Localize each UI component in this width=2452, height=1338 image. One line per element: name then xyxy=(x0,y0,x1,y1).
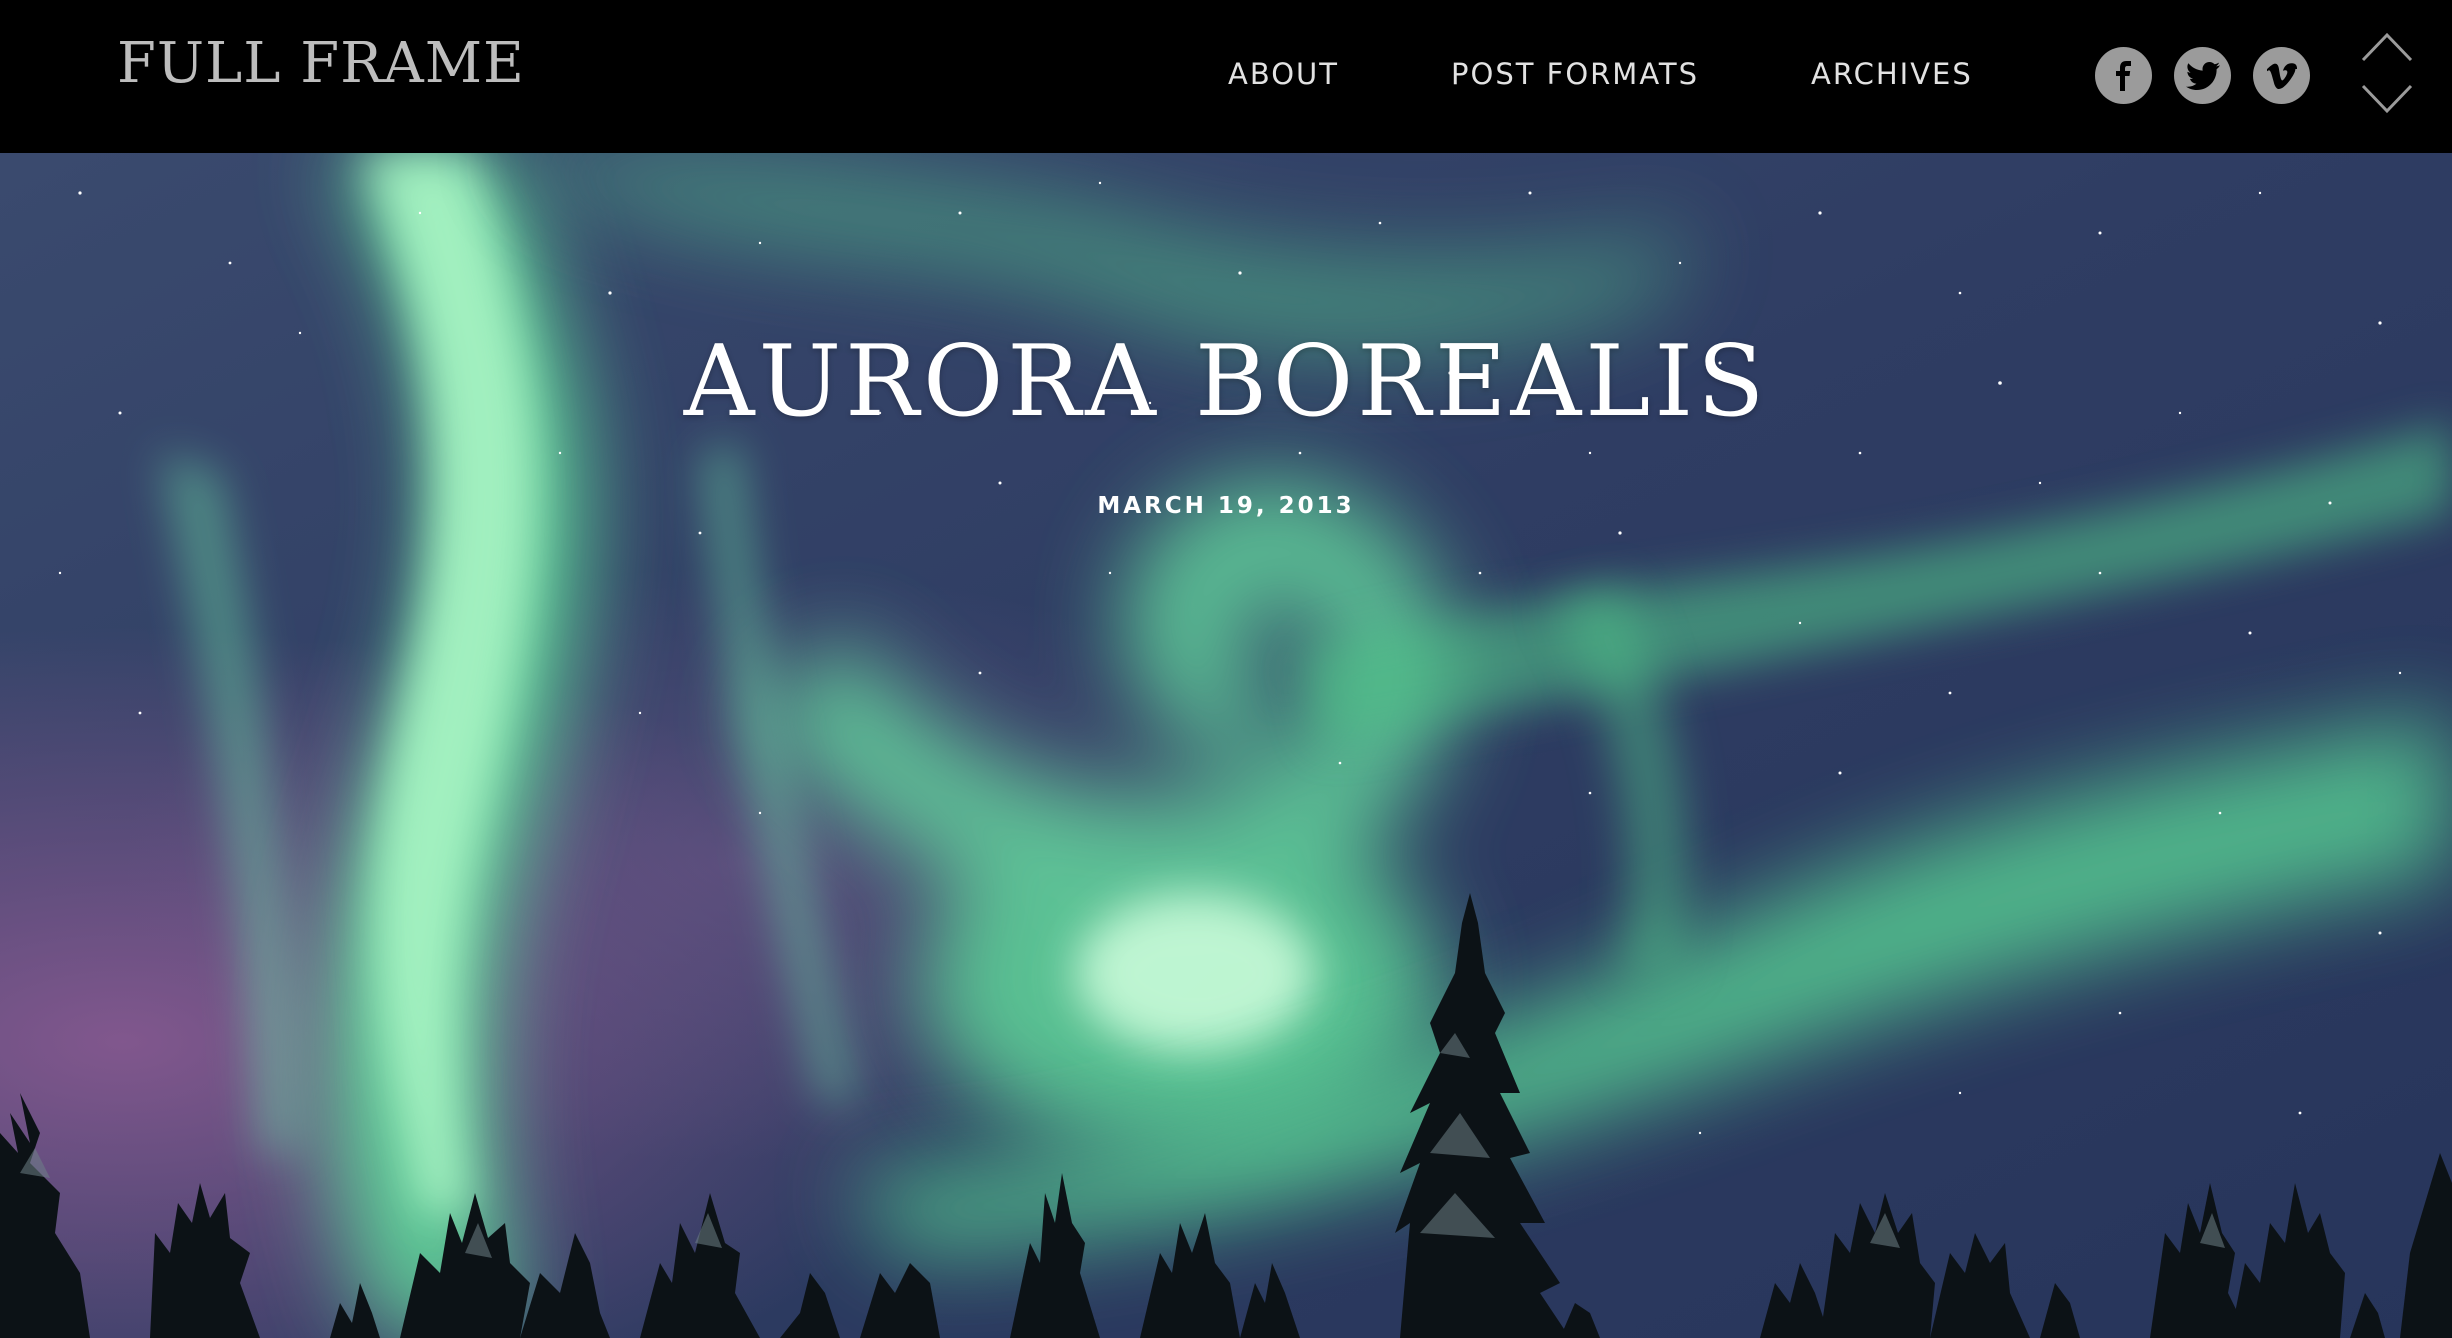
vimeo-icon xyxy=(2266,62,2297,89)
post-navigation xyxy=(2361,32,2413,116)
site-title-link[interactable]: FULL FRAME xyxy=(117,36,525,92)
nav-item-post-formats[interactable]: POST FORMATS xyxy=(1451,57,1699,91)
site-header: FULL FRAME ABOUT POST FORMATS ARCHIVES xyxy=(0,0,2452,153)
chevron-up-icon[interactable] xyxy=(2361,32,2413,62)
post-title[interactable]: AURORA BOREALIS xyxy=(0,333,2452,431)
facebook-button[interactable] xyxy=(2095,47,2152,104)
social-links xyxy=(2095,47,2332,104)
nav-item-about[interactable]: ABOUT xyxy=(1228,57,1339,91)
hero: AURORA BOREALIS MARCH 19, 2013 xyxy=(0,153,2452,1338)
twitter-icon xyxy=(2185,61,2220,90)
post-date: MARCH 19, 2013 xyxy=(1097,493,1355,519)
twitter-button[interactable] xyxy=(2174,47,2231,104)
facebook-icon xyxy=(2115,60,2131,91)
main-nav: ABOUT POST FORMATS ARCHIVES xyxy=(1228,0,1973,148)
chevron-down-icon[interactable] xyxy=(2361,84,2413,114)
nav-item-archives[interactable]: ARCHIVES xyxy=(1811,57,1973,91)
vimeo-button[interactable] xyxy=(2253,47,2310,104)
